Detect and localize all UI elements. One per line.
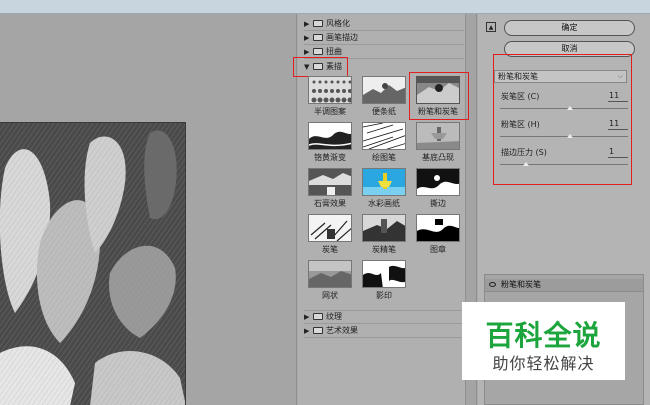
thumb-label: 基底凸现	[422, 153, 454, 162]
thumb-chrome[interactable]	[308, 122, 352, 150]
chevron-right-icon: ▶	[304, 33, 310, 42]
title-bar	[0, 0, 650, 14]
thumb-label: 石膏效果	[314, 199, 346, 208]
thumb-label: 炭精笔	[372, 245, 396, 254]
highlight-box-params	[493, 54, 632, 185]
thumb-halftone-pattern[interactable]	[308, 76, 352, 104]
thumb-graphic-pen[interactable]	[362, 122, 406, 150]
chevron-right-icon: ▶	[304, 47, 310, 56]
category-label: 艺术效果	[326, 326, 358, 335]
divider	[304, 337, 464, 338]
thumb-charcoal[interactable]	[308, 214, 352, 242]
ok-button[interactable]: 确定	[504, 20, 635, 36]
thumb-label: 撕边	[430, 199, 446, 208]
thumb-bas-relief[interactable]	[416, 122, 460, 150]
chevron-right-icon: ▶	[304, 19, 310, 28]
thumb-note-paper[interactable]	[362, 76, 406, 104]
preview-image	[0, 122, 186, 405]
thumb-label: 便条纸	[372, 107, 396, 116]
category-artistic[interactable]: ▶ 艺术效果	[304, 324, 358, 337]
thumb-stamp[interactable]	[416, 214, 460, 242]
category-stylize[interactable]: ▶ 风格化	[304, 17, 350, 30]
category-brush-strokes[interactable]: ▶ 画笔描边	[304, 31, 358, 44]
effect-layer-row[interactable]: 粉笔和炭笔	[485, 279, 643, 292]
thumb-photocopy[interactable]	[362, 260, 406, 288]
category-label: 风格化	[326, 19, 350, 28]
watermark-title: 百科全说	[485, 319, 602, 352]
thumb-label: 铬黄渐变	[314, 153, 346, 162]
category-label: 画笔描边	[326, 33, 358, 42]
category-label: 纹理	[326, 312, 342, 321]
folder-icon	[313, 327, 323, 334]
highlight-box-category	[293, 57, 348, 77]
thumb-label: 水彩画纸	[368, 199, 400, 208]
thumb-reticulation[interactable]	[308, 260, 352, 288]
thumb-water-paper[interactable]	[362, 168, 406, 196]
filter-gallery: ▶ 风格化 ▶ 画笔描边 ▶ 扭曲 ▼ 素描 半调图案 便条纸 粉笔和炭笔 铬黄…	[293, 14, 477, 405]
eye-icon[interactable]	[489, 282, 496, 287]
thumb-label: 炭笔	[322, 245, 338, 254]
category-label: 扭曲	[326, 47, 342, 56]
highlight-box-thumb	[409, 72, 469, 120]
thumb-conte-crayon[interactable]	[362, 214, 406, 242]
thumb-label: 绘图笔	[372, 153, 396, 162]
thumb-label: 半调图案	[314, 107, 346, 116]
category-texture[interactable]: ▶ 纹理	[304, 310, 342, 323]
chevron-right-icon: ▶	[304, 326, 310, 335]
watermark: 百科全说 助你轻松解决	[462, 302, 625, 380]
thumb-label: 图章	[430, 245, 446, 254]
folder-icon	[313, 313, 323, 320]
folder-icon	[313, 34, 323, 41]
preview-pane[interactable]	[0, 14, 297, 405]
thumb-plaster[interactable]	[308, 168, 352, 196]
thumb-torn-edges[interactable]	[416, 168, 460, 196]
folder-icon	[313, 20, 323, 27]
folder-icon	[313, 48, 323, 55]
chevron-right-icon: ▶	[304, 312, 310, 321]
thumb-label: 影印	[376, 291, 392, 300]
collapse-gallery-icon[interactable]: ▲	[486, 22, 496, 32]
thumb-label: 网状	[322, 291, 338, 300]
effect-layer-label: 粉笔和炭笔	[501, 280, 541, 289]
watermark-subtitle: 助你轻松解决	[492, 354, 595, 373]
